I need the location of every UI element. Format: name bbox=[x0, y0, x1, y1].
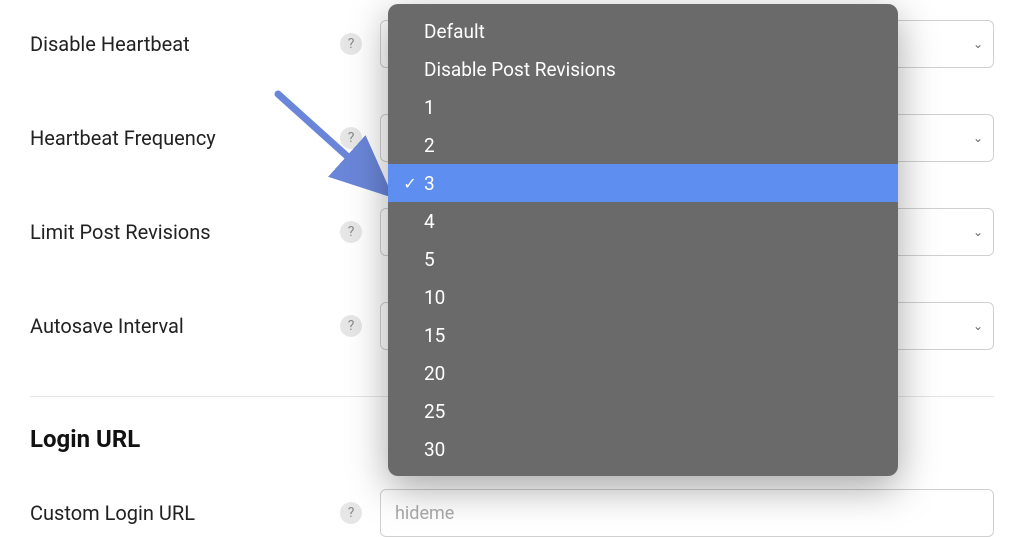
dropdown-option-label: Disable Post Revisions bbox=[424, 58, 616, 81]
label-autosave-interval: Autosave Interval bbox=[30, 314, 340, 338]
dropdown-option-label: 25 bbox=[424, 400, 445, 423]
label-limit-post-revisions: Limit Post Revisions bbox=[30, 220, 340, 244]
dropdown-option[interactable]: 2 bbox=[388, 126, 898, 164]
dropdown-option[interactable]: 4 bbox=[388, 202, 898, 240]
input-value: hideme bbox=[395, 503, 454, 524]
label-custom-login-url: Custom Login URL bbox=[30, 501, 340, 525]
dropdown-option-label: 2 bbox=[424, 134, 435, 157]
dropdown-option-label: 15 bbox=[424, 324, 445, 347]
dropdown-option[interactable]: Default bbox=[388, 12, 898, 50]
dropdown-option-label: 10 bbox=[424, 286, 445, 309]
check-icon: ✓ bbox=[398, 174, 422, 193]
chevron-down-icon: ⌄ bbox=[973, 225, 983, 239]
dropdown-option[interactable]: ✓3 bbox=[388, 164, 898, 202]
dropdown-option[interactable]: 30 bbox=[388, 430, 898, 468]
limit-post-revisions-dropdown[interactable]: DefaultDisable Post Revisions12✓34510152… bbox=[388, 4, 898, 476]
dropdown-option[interactable]: Disable Post Revisions bbox=[388, 50, 898, 88]
dropdown-option[interactable]: 25 bbox=[388, 392, 898, 430]
dropdown-option-label: Default bbox=[424, 20, 485, 43]
help-icon[interactable]: ? bbox=[340, 33, 362, 55]
help-icon[interactable]: ? bbox=[340, 127, 362, 149]
dropdown-option-label: 3 bbox=[424, 172, 435, 195]
dropdown-option[interactable]: 5 bbox=[388, 240, 898, 278]
dropdown-option[interactable]: 15 bbox=[388, 316, 898, 354]
dropdown-option-label: 5 bbox=[424, 248, 435, 271]
dropdown-option-label: 20 bbox=[424, 362, 445, 385]
help-icon[interactable]: ? bbox=[340, 315, 362, 337]
label-disable-heartbeat: Disable Heartbeat bbox=[30, 32, 340, 56]
dropdown-option-label: 30 bbox=[424, 438, 445, 461]
input-custom-login-url[interactable]: hideme bbox=[380, 489, 994, 537]
dropdown-option-label: 4 bbox=[424, 210, 435, 233]
row-custom-login-url: Custom Login URL ? hideme bbox=[30, 489, 994, 537]
help-icon[interactable]: ? bbox=[340, 221, 362, 243]
dropdown-option[interactable]: 20 bbox=[388, 354, 898, 392]
dropdown-option[interactable]: 10 bbox=[388, 278, 898, 316]
chevron-down-icon: ⌄ bbox=[973, 319, 983, 333]
help-icon[interactable]: ? bbox=[340, 502, 362, 524]
dropdown-option-label: 1 bbox=[424, 96, 435, 119]
chevron-down-icon: ⌄ bbox=[973, 37, 983, 51]
label-heartbeat-frequency: Heartbeat Frequency bbox=[30, 126, 340, 150]
dropdown-option[interactable]: 1 bbox=[388, 88, 898, 126]
chevron-down-icon: ⌄ bbox=[973, 131, 983, 145]
